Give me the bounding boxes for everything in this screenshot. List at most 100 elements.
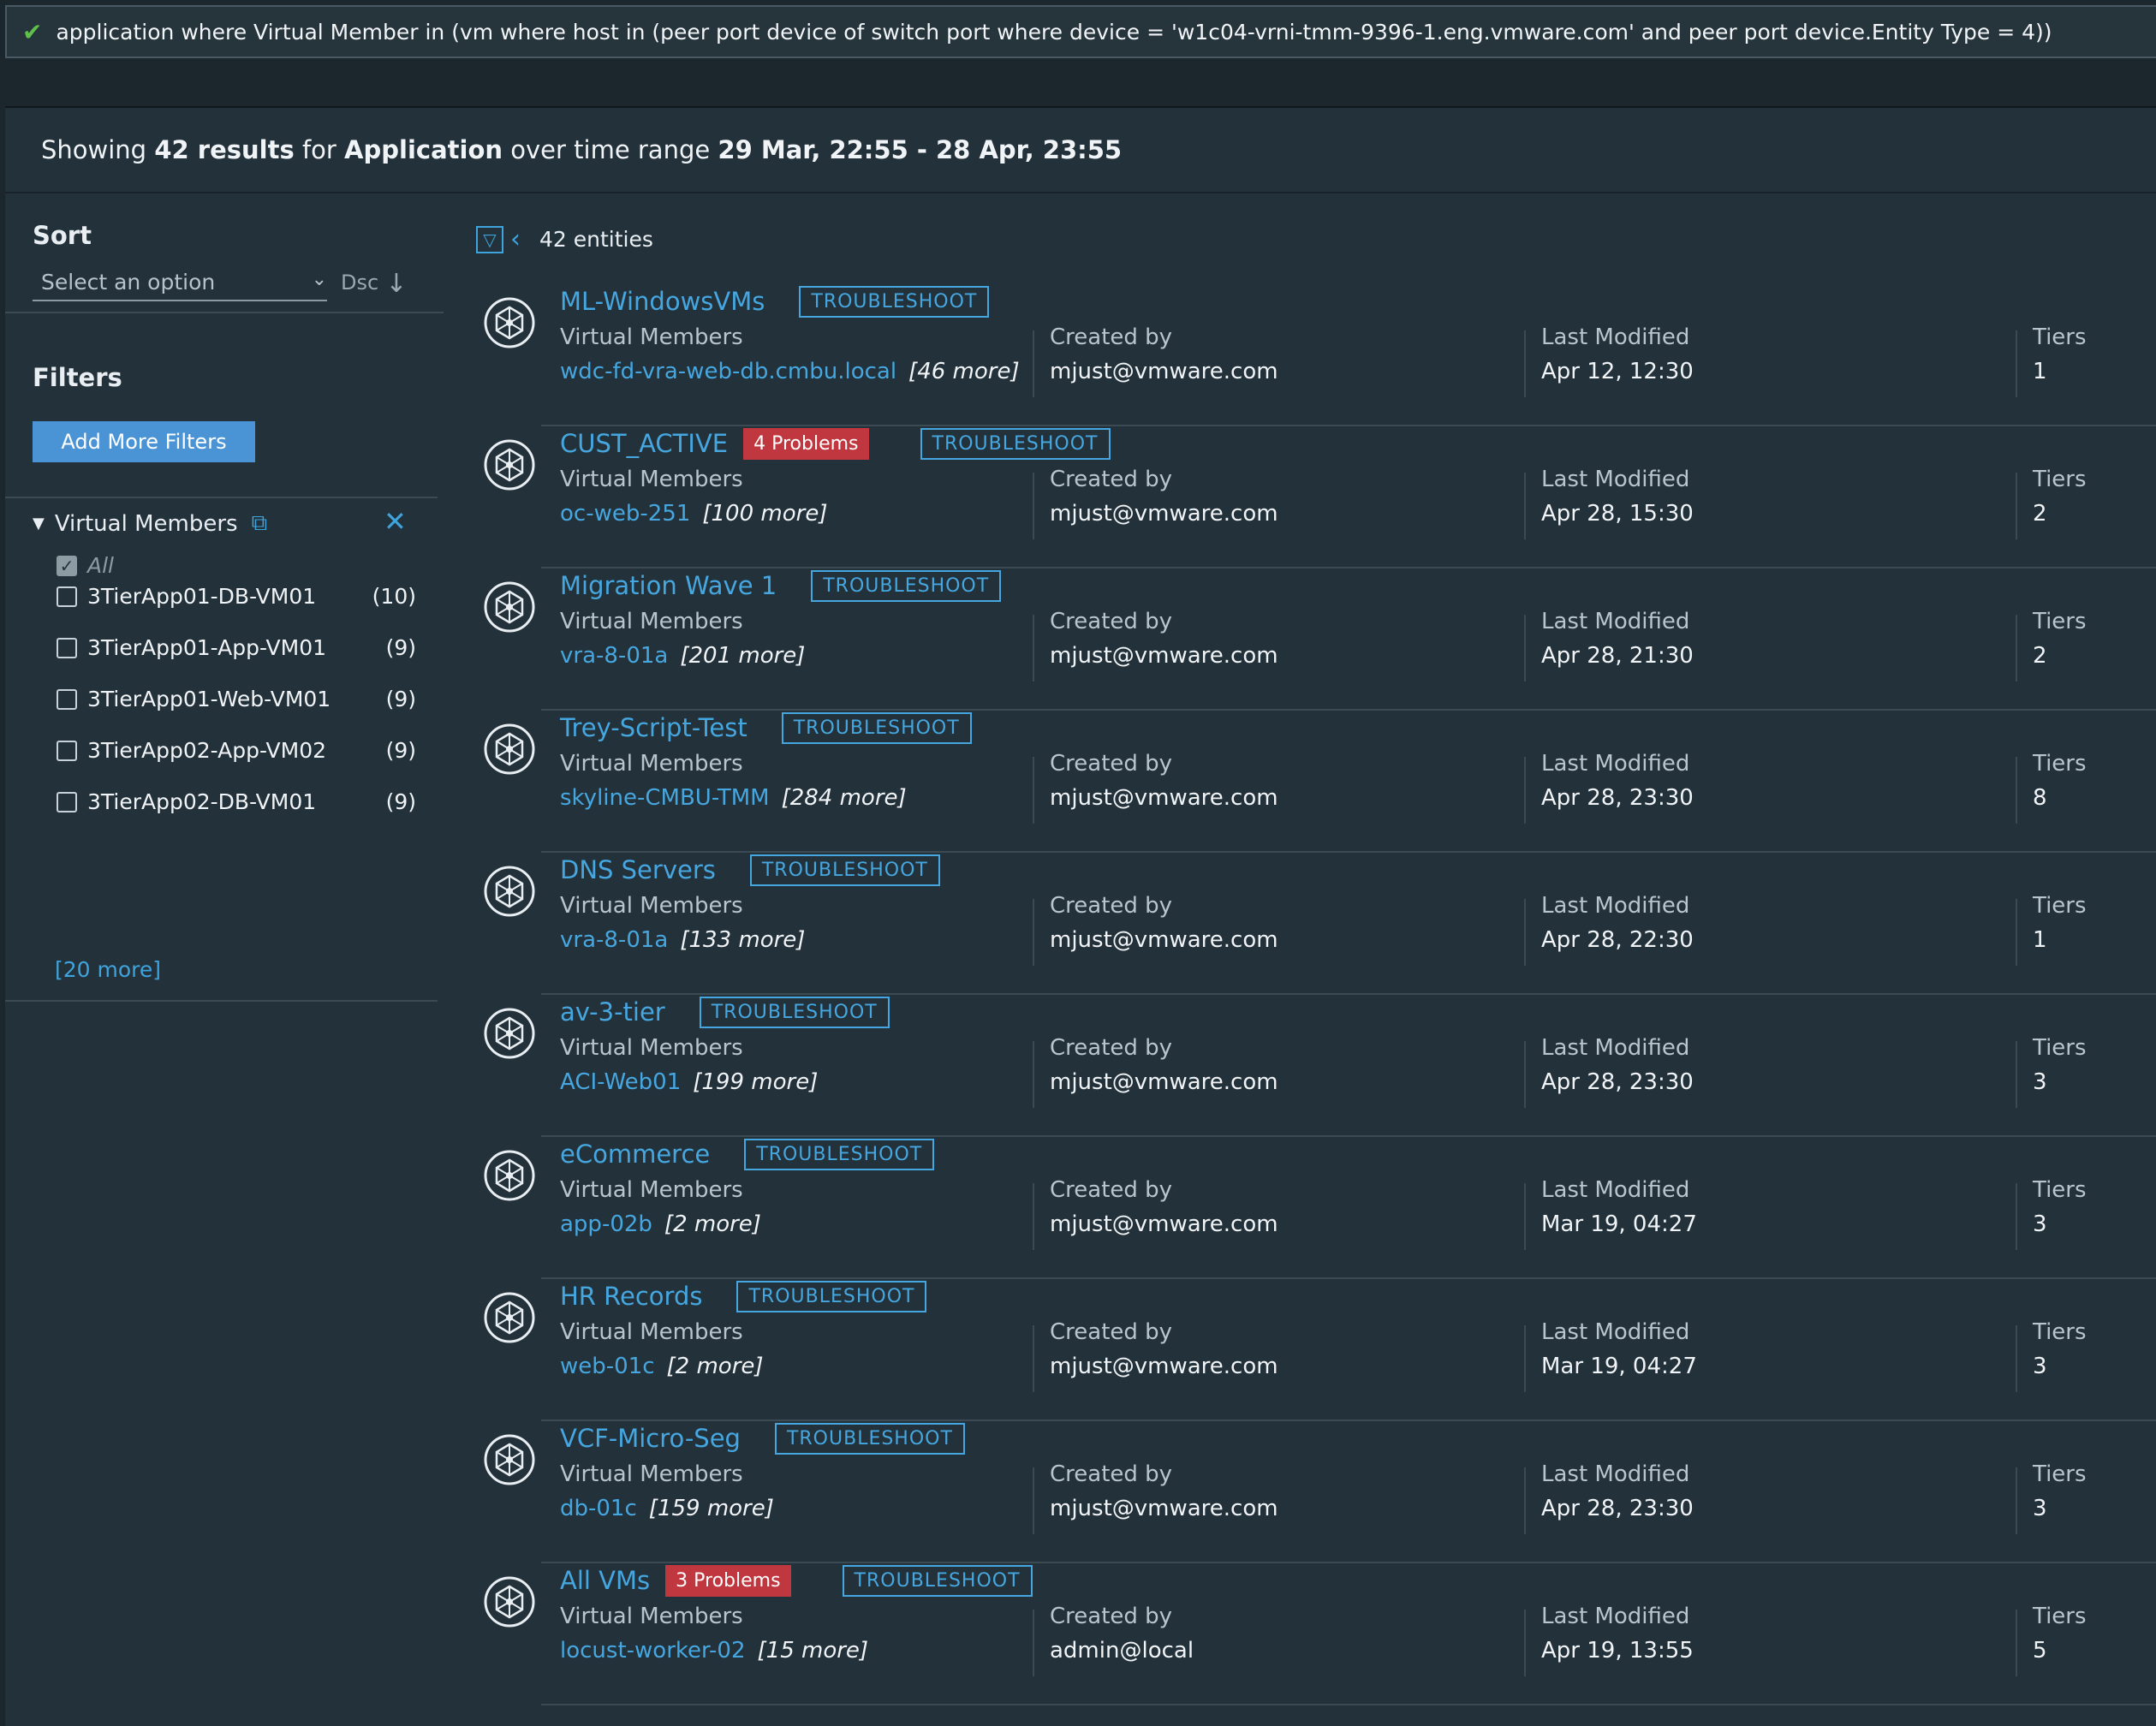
add-more-filters-button[interactable]: Add More Filters xyxy=(33,421,255,462)
filter-vm-item[interactable]: 3TierApp01-App-VM01 (9) xyxy=(57,635,416,660)
filter-all-checkbox[interactable]: ✓ All xyxy=(57,553,114,578)
close-icon[interactable]: ✕ xyxy=(384,505,407,538)
external-link-icon[interactable]: ⧉ xyxy=(252,510,268,537)
results-prefix: Showing xyxy=(41,135,147,164)
problems-badge[interactable]: 4 Problems xyxy=(743,427,869,460)
member-more-link[interactable]: [159 more] xyxy=(649,1496,774,1521)
query-bar[interactable]: ✔ application where Virtual Member in (v… xyxy=(5,5,2156,58)
troubleshoot-button[interactable]: TROUBLESHOOT xyxy=(744,1138,935,1170)
problems-badge[interactable]: 3 Problems xyxy=(665,1564,791,1597)
checkbox-icon[interactable] xyxy=(57,740,77,761)
member-link[interactable]: locust-worker-02 xyxy=(560,1638,746,1664)
entity-name-link[interactable]: VCF-Micro-Seg xyxy=(560,1424,741,1453)
created-value: mjust@vmware.com xyxy=(1050,501,1278,527)
entity-name-link[interactable]: DNS Servers xyxy=(560,855,716,884)
chevron-left-icon[interactable]: ‹ xyxy=(510,224,521,254)
entity-name-link[interactable]: Migration Wave 1 xyxy=(560,571,777,600)
results-for: for xyxy=(301,135,337,164)
tiers-value: 3 xyxy=(2033,1496,2047,1521)
member-link[interactable]: web-01c xyxy=(560,1354,655,1379)
troubleshoot-button[interactable]: TROUBLESHOOT xyxy=(781,711,972,744)
filter-vm-item[interactable]: 3TierApp01-Web-VM01 (9) xyxy=(57,687,416,711)
column-divider xyxy=(1524,1467,1526,1534)
entity-row: Trey-Script-Test TROUBLESHOOT Virtual Me… xyxy=(476,711,2156,853)
application-icon xyxy=(484,439,535,491)
troubleshoot-button[interactable]: TROUBLESHOOT xyxy=(736,1280,927,1312)
member-more-link[interactable]: [199 more] xyxy=(693,1069,818,1095)
members-value: locust-worker-02 [15 more] xyxy=(560,1634,868,1668)
entity-name-link[interactable]: HR Records xyxy=(560,1282,702,1311)
checkbox-icon[interactable] xyxy=(57,688,77,710)
entity-name-link[interactable]: CUST_ACTIVE xyxy=(560,429,728,458)
members-column: Virtual Members db-01c [159 more] xyxy=(560,1457,774,1526)
sidebar: Sort Select an option ⌄ Dsc ↓ Filters Add… xyxy=(5,195,444,1726)
more-vms-link[interactable]: [20 more] xyxy=(55,957,161,982)
entity-row: HR Records TROUBLESHOOT Virtual Members … xyxy=(476,1279,2156,1421)
checkbox-icon[interactable] xyxy=(57,637,77,658)
member-link[interactable]: vra-8-01a xyxy=(560,927,668,953)
troubleshoot-button[interactable]: TROUBLESHOOT xyxy=(774,1422,965,1455)
column-divider xyxy=(1524,1325,1526,1392)
members-value: oc-web-251 [100 more] xyxy=(560,497,827,531)
created-value: mjust@vmware.com xyxy=(1050,1354,1278,1379)
troubleshoot-button[interactable]: TROUBLESHOOT xyxy=(811,569,1002,602)
member-link[interactable]: ACI-Web01 xyxy=(560,1069,681,1095)
modified-column: Last Modified Apr 12, 12:30 xyxy=(1541,320,1694,389)
sort-select[interactable]: Select an option ⌄ xyxy=(33,264,327,301)
member-link[interactable]: db-01c xyxy=(560,1496,637,1521)
troubleshoot-button[interactable]: TROUBLESHOOT xyxy=(749,854,940,886)
tiers-column: Tiers 3 xyxy=(2033,1031,2087,1099)
entity-name-link[interactable]: Trey-Script-Test xyxy=(560,713,747,742)
filter-icon[interactable]: ▽ xyxy=(476,225,503,253)
created-value: mjust@vmware.com xyxy=(1050,1211,1278,1237)
member-link[interactable]: oc-web-251 xyxy=(560,501,690,527)
modified-value: Apr 28, 23:30 xyxy=(1541,1496,1694,1521)
sort-placeholder: Select an option xyxy=(41,269,216,295)
member-more-link[interactable]: [100 more] xyxy=(702,501,827,527)
entity-name-link[interactable]: All VMs xyxy=(560,1566,650,1595)
troubleshoot-button[interactable]: TROUBLESHOOT xyxy=(920,427,1111,460)
sort-direction-button[interactable]: Dsc ↓ xyxy=(341,269,407,299)
member-link[interactable]: app-02b xyxy=(560,1211,652,1237)
members-column: Virtual Members ACI-Web01 [199 more] xyxy=(560,1031,818,1099)
modified-column: Last Modified Apr 28, 21:30 xyxy=(1541,604,1694,673)
created-column: Created by mjust@vmware.com xyxy=(1050,320,1278,389)
member-link[interactable]: skyline-CMBU-TMM xyxy=(560,785,770,811)
member-more-link[interactable]: [133 more] xyxy=(680,927,805,953)
entity-name-link[interactable]: ML-WindowsVMs xyxy=(560,287,765,316)
filter-vm-item[interactable]: 3TierApp02-App-VM02 (9) xyxy=(57,738,416,763)
entity-title-line: Trey-Script-Test TROUBLESHOOT xyxy=(560,711,972,745)
filter-vm-item[interactable]: 3TierApp02-DB-VM01 (9) xyxy=(57,789,416,814)
entity-name-link[interactable]: eCommerce xyxy=(560,1140,710,1169)
column-divider xyxy=(1033,899,1034,966)
entity-title-line: DNS Servers TROUBLESHOOT xyxy=(560,853,940,887)
troubleshoot-button[interactable]: TROUBLESHOOT xyxy=(842,1564,1033,1597)
column-divider xyxy=(1524,757,1526,824)
members-label: Virtual Members xyxy=(560,467,743,492)
chevron-down-icon: ⌄ xyxy=(311,269,327,290)
created-column: Created by mjust@vmware.com xyxy=(1050,1457,1278,1526)
column-divider xyxy=(1033,757,1034,824)
member-link[interactable]: wdc-fd-vra-web-db.cmbu.local xyxy=(560,359,896,384)
member-more-link[interactable]: [201 more] xyxy=(680,643,805,669)
troubleshoot-button[interactable]: TROUBLESHOOT xyxy=(699,996,890,1028)
entity-name-link[interactable]: av-3-tier xyxy=(560,997,665,1027)
member-more-link[interactable]: [15 more] xyxy=(758,1638,869,1664)
member-link[interactable]: vra-8-01a xyxy=(560,643,668,669)
member-more-link[interactable]: [284 more] xyxy=(782,785,907,811)
member-more-link[interactable]: [2 more] xyxy=(667,1354,764,1379)
tiers-value: 1 xyxy=(2033,359,2047,384)
virtual-members-filter-toggle[interactable]: ▼ Virtual Members ⧉ xyxy=(33,510,267,537)
member-more-link[interactable]: [46 more] xyxy=(908,359,1020,384)
checkbox-icon[interactable] xyxy=(57,586,77,607)
filter-vm-label: 3TierApp02-DB-VM01 xyxy=(87,789,317,814)
results-range: 29 Mar, 22:55 - 28 Apr, 23:55 xyxy=(718,135,1123,164)
troubleshoot-button[interactable]: TROUBLESHOOT xyxy=(799,285,990,318)
entity-row: ML-WindowsVMs TROUBLESHOOT Virtual Membe… xyxy=(476,284,2156,426)
arrow-down-icon: ↓ xyxy=(385,269,408,299)
filter-vm-item[interactable]: 3TierApp01-DB-VM01 (10) xyxy=(57,584,416,609)
members-label: Virtual Members xyxy=(560,324,743,350)
member-more-link[interactable]: [2 more] xyxy=(664,1211,761,1237)
tiers-column: Tiers 1 xyxy=(2033,320,2087,389)
checkbox-icon[interactable] xyxy=(57,791,77,812)
